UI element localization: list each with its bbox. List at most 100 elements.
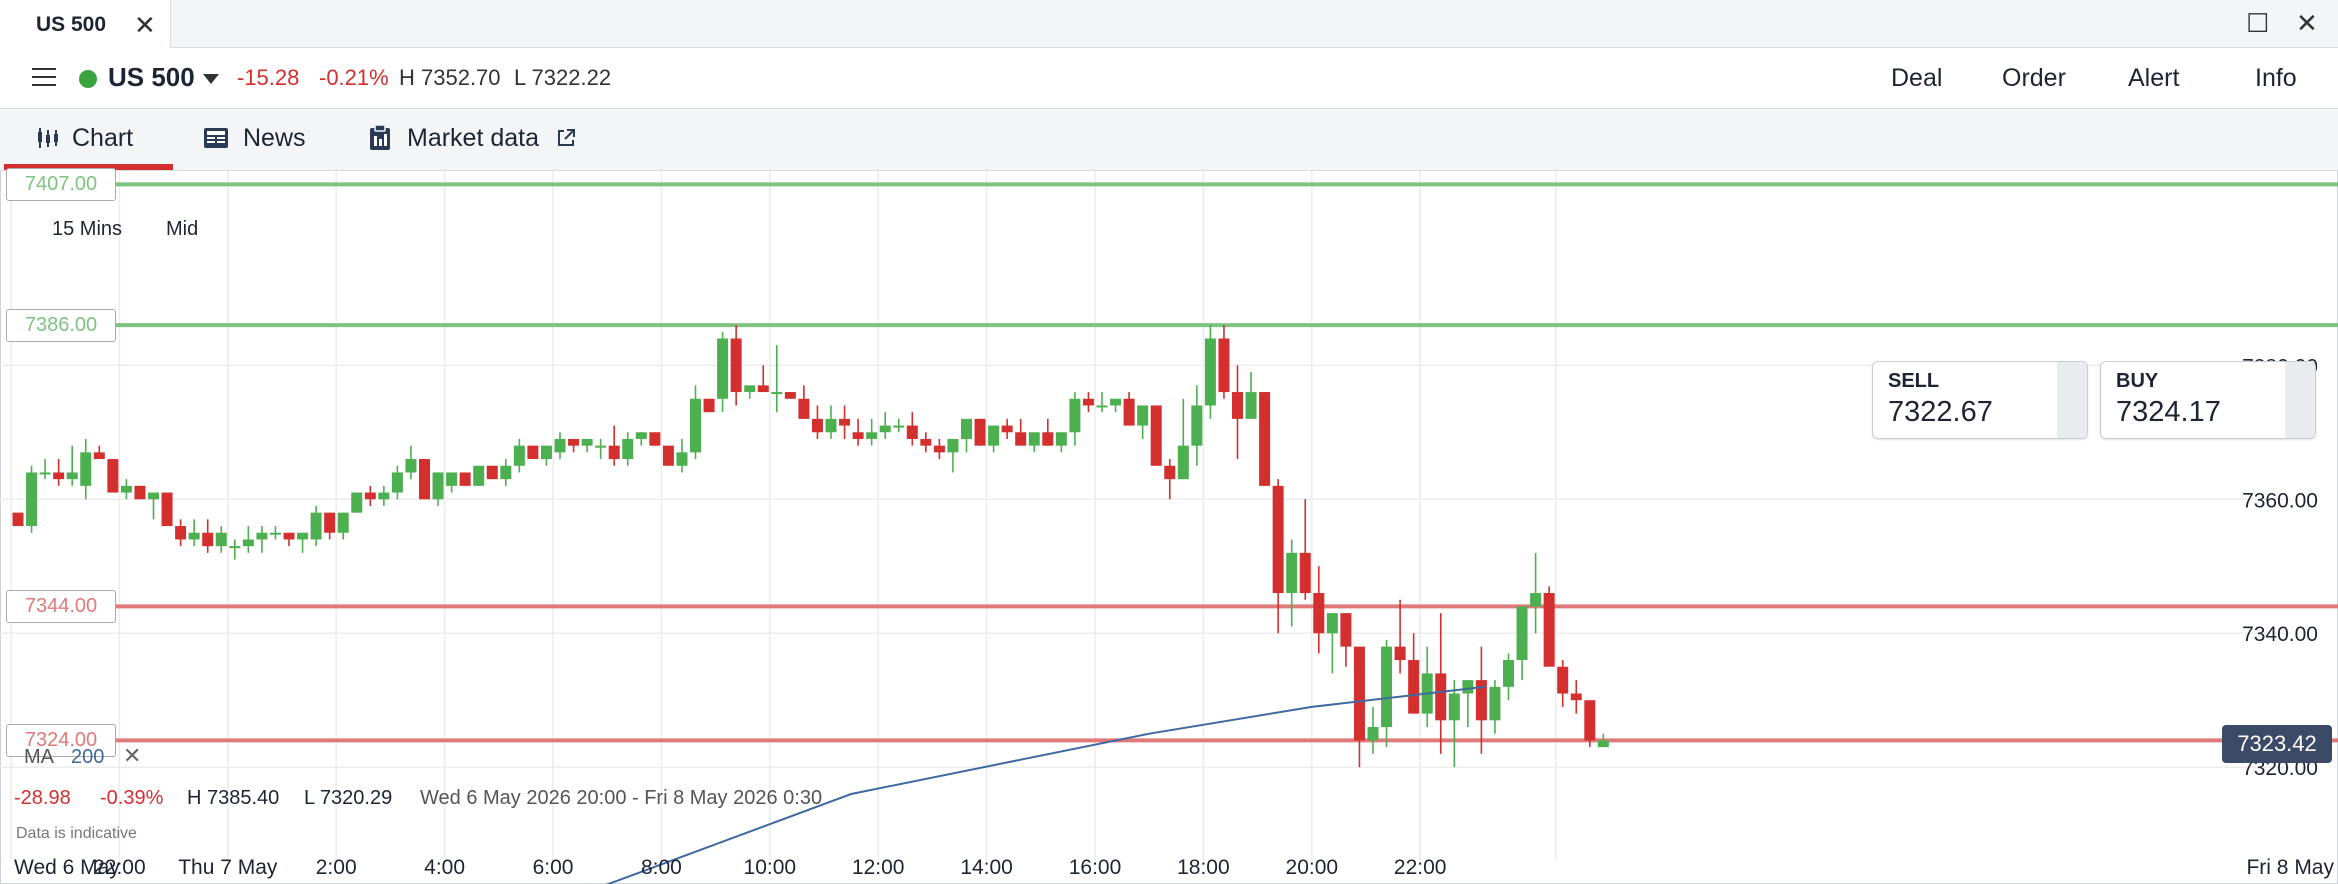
candle-down: [1435, 673, 1447, 721]
sell-label: SELL: [1888, 370, 1940, 392]
alert-button[interactable]: Alert: [2128, 64, 2179, 93]
maximize-icon[interactable]: ☐: [2246, 8, 2269, 39]
candle-up: [1204, 338, 1216, 406]
candle-up: [1503, 660, 1514, 687]
x-tick-label: Fri 8 May: [2246, 856, 2334, 879]
candle-down: [1123, 398, 1135, 426]
candle-down: [1557, 666, 1569, 694]
candle-down: [1313, 593, 1325, 634]
candle-up: [744, 385, 756, 393]
tab-us-500[interactable]: US 500 ✕: [0, 0, 171, 48]
candle-up: [1286, 552, 1298, 594]
candle-up: [26, 472, 38, 527]
candle-down: [1259, 392, 1271, 486]
hamburger-menu-icon[interactable]: [32, 68, 56, 86]
external-link-icon[interactable]: [556, 128, 576, 148]
candle-up: [988, 425, 1000, 446]
daily-change: -15.28: [237, 65, 300, 90]
candle-down: [1408, 660, 1420, 714]
tab-chart[interactable]: Chart: [36, 123, 133, 153]
tab-news[interactable]: News: [203, 123, 306, 153]
candle-down: [649, 432, 661, 446]
buy-quote-button[interactable]: BUY 7324.17: [2100, 361, 2316, 439]
candle-down: [1340, 613, 1352, 647]
indicator-period[interactable]: 200: [71, 746, 104, 769]
date-range: Wed 6 May 2026 20:00 - Fri 8 May 2026 0:…: [420, 787, 823, 809]
level-tag-7386[interactable]: 7386.00: [6, 309, 116, 343]
candle-up: [1381, 646, 1393, 728]
candle-down: [1584, 700, 1596, 741]
disclaimer: Data is indicative: [16, 825, 137, 842]
tab-close-icon[interactable]: ✕: [134, 10, 156, 41]
window-close-icon[interactable]: ✕: [2296, 8, 2318, 39]
candle-up: [771, 392, 783, 395]
instrument-name[interactable]: US 500: [108, 62, 195, 93]
x-tick-label: 22:00: [93, 856, 146, 879]
candle-up: [1177, 445, 1189, 480]
candle-up: [188, 532, 200, 540]
chevron-down-icon[interactable]: [203, 74, 219, 84]
candle-up: [242, 539, 254, 547]
level-tag-7407[interactable]: 7407.00: [6, 168, 116, 202]
sell-price: 7322.67: [1888, 396, 1993, 428]
candle-up: [1245, 392, 1257, 419]
candle-down: [1001, 425, 1013, 433]
candle-up: [1448, 693, 1460, 721]
candle-up: [690, 398, 701, 453]
candle-up: [297, 532, 309, 540]
news-icon: [204, 128, 228, 149]
candle-up: [1516, 606, 1528, 661]
x-tick-label: 20:00: [1286, 856, 1339, 879]
candle-up: [500, 465, 512, 480]
range-high: H 7385.40: [187, 787, 280, 809]
candle-up: [1326, 613, 1338, 634]
candle-down: [1299, 552, 1311, 594]
candle-up: [378, 492, 390, 500]
market-status-dot: [79, 70, 97, 88]
candle-up: [229, 546, 241, 549]
sell-quote-edge: [2057, 362, 2087, 438]
remove-indicator-icon[interactable]: ✕: [123, 743, 141, 769]
candle-down: [486, 465, 498, 480]
candle-down: [852, 432, 864, 439]
buy-label: BUY: [2116, 370, 2159, 392]
candle-up: [825, 418, 837, 433]
candle-up: [581, 438, 593, 446]
candle-up: [1110, 398, 1122, 406]
candle-down: [1232, 392, 1243, 419]
timeframe-selector[interactable]: 15 Mins: [52, 218, 122, 241]
price-type-selector[interactable]: Mid: [166, 218, 198, 241]
chart-canvas[interactable]: 7380.007360.007340.007320.00Wed 6 May22:…: [0, 171, 2338, 884]
candle-up: [1462, 680, 1474, 694]
info-button[interactable]: Info: [2255, 64, 2297, 93]
range-change-percent: -0.39%: [100, 787, 164, 809]
content-tabs: Chart News Market data: [0, 109, 2338, 171]
candle-down: [1164, 465, 1176, 480]
candle-up: [717, 338, 729, 399]
tab-market-data[interactable]: Market data: [369, 123, 576, 153]
candle-up: [893, 425, 905, 428]
candle-down: [1082, 398, 1094, 406]
candle-up: [947, 438, 959, 453]
candle-up: [513, 445, 525, 466]
candle-down: [839, 418, 851, 426]
candle-down: [202, 532, 214, 547]
candle-down: [1042, 432, 1054, 446]
price-chart[interactable]: 7380.007360.007340.007320.00Wed 6 May22:…: [0, 168, 2338, 884]
candle-up: [961, 418, 972, 439]
candle-down: [784, 392, 796, 399]
deal-button[interactable]: Deal: [1891, 64, 1942, 93]
x-tick-label: 16:00: [1069, 856, 1122, 879]
candle-down: [12, 512, 24, 527]
candle-down: [1394, 646, 1406, 661]
candle-up: [120, 485, 132, 493]
candle-up: [879, 425, 891, 433]
candle-up: [1597, 740, 1609, 748]
x-tick-label: 6:00: [533, 856, 574, 879]
candle-up: [1367, 727, 1379, 741]
level-tag-7344[interactable]: 7344.00: [6, 590, 116, 624]
candle-down: [1150, 405, 1162, 466]
order-button[interactable]: Order: [2002, 64, 2066, 93]
candle-up: [310, 512, 322, 540]
sell-quote-button[interactable]: SELL 7322.67: [1872, 361, 2088, 439]
